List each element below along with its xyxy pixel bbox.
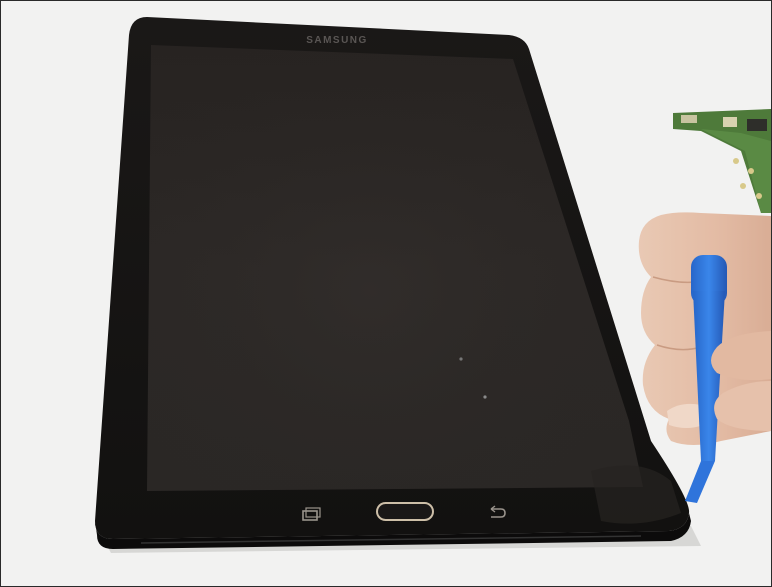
photo-frame: SAMSUNG bbox=[0, 0, 772, 587]
brand-logo: SAMSUNG bbox=[306, 35, 368, 46]
home-button bbox=[376, 502, 434, 521]
photo-scene: SAMSUNG bbox=[1, 1, 771, 586]
